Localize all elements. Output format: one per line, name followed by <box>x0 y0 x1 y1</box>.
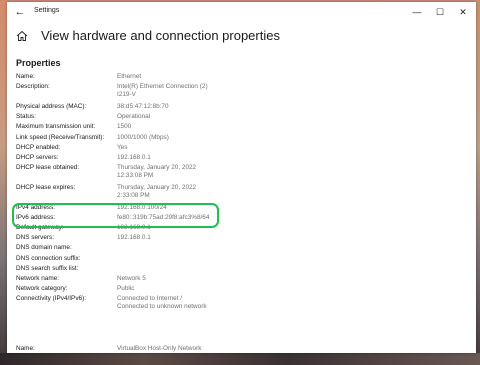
home-icon[interactable] <box>16 30 28 42</box>
property-key: DHCP servers: <box>16 153 59 161</box>
property-row: DNS servers: 192.168.0.1 <box>16 234 456 244</box>
property-value-line: 1500 <box>117 123 132 131</box>
settings-window: ← Settings — ☐ ✕ View hardware and conne… <box>7 2 476 353</box>
property-value[interactable]: Ethernet <box>117 73 141 81</box>
property-row: Status: Operational <box>16 113 456 123</box>
property-key: Physical address (MAC): <box>16 102 87 110</box>
property-value[interactable]: VirtualBox Host-Only Network <box>117 345 201 353</box>
property-value-line: 1000/1000 (Mbps) <box>117 133 169 141</box>
property-key: Name: <box>16 73 35 80</box>
property-row: DHCP enabled: Yes <box>16 144 456 154</box>
property-value[interactable]: 1500 <box>117 123 131 131</box>
property-row: Link speed (Receive/Transmit): 1000/1000 … <box>16 134 456 144</box>
property-value[interactable]: Yes <box>117 144 127 152</box>
property-row: DNS connection suffix: <box>16 255 456 265</box>
close-button[interactable]: ✕ <box>454 4 472 20</box>
property-value-line: Thursday, January 20, 2022 <box>117 164 197 172</box>
property-value[interactable]: 38:d5:47:12:8b:70 <box>117 103 169 111</box>
back-arrow-icon[interactable]: ← <box>13 5 27 19</box>
minimize-button[interactable]: — <box>408 4 426 20</box>
properties-list-2: Name: VirtualBox Host-Only Network <box>16 345 456 353</box>
property-row: Connectivity (IPv4/IPv6): Connected to In… <box>16 295 456 315</box>
properties-list: Name: Ethernet Description: Intel(R) Ethern… <box>16 73 456 315</box>
property-key: DHCP lease obtained: <box>16 164 80 172</box>
property-key: DNS search suffix list: <box>16 264 79 272</box>
property-key: DNS servers: <box>16 234 54 242</box>
property-row: DNS domain name: <box>16 244 456 254</box>
property-key: Maximum transmission unit: <box>16 123 96 131</box>
property-row: Network category: Public <box>16 285 456 295</box>
property-key: Connectivity (IPv4/IPv6): <box>16 295 86 303</box>
property-value-line: Ethernet <box>117 73 142 80</box>
property-key: Network name: <box>16 274 59 282</box>
property-key: DNS domain name: <box>16 244 72 252</box>
property-value[interactable]: 1000/1000 (Mbps) <box>117 134 169 142</box>
property-key: Description: <box>16 83 50 91</box>
title-bar: ← Settings — ☐ ✕ <box>7 2 476 22</box>
property-value-line: Thursday, January 20, 2022 <box>117 183 197 191</box>
property-value[interactable]: Public <box>117 285 134 293</box>
property-key: Name: <box>16 345 35 352</box>
wallpaper-right-edge <box>476 0 480 365</box>
property-row: DNS search suffix list: <box>16 265 456 275</box>
property-value-line: 38:d5:47:12:8b:70 <box>117 102 169 110</box>
property-value-line: Network 5 <box>117 274 146 282</box>
property-value-line: 12:33:08 PM <box>117 172 154 180</box>
property-value-line: 192.168.0.1 <box>117 153 151 161</box>
property-row: Name: VirtualBox Host-Only Network <box>16 345 456 353</box>
page-title: View hardware and connection properties <box>41 28 280 43</box>
property-value[interactable]: Operational <box>117 113 150 121</box>
property-value[interactable]: Intel(R) Ethernet Connection (2) I219-V <box>117 83 208 99</box>
wallpaper-bottom-edge <box>0 353 480 365</box>
property-value[interactable]: 192.168.0.1 <box>117 234 151 242</box>
ip-address-highlight <box>12 203 219 228</box>
property-key: DHCP enabled: <box>16 143 61 151</box>
window-title: Settings <box>34 7 60 14</box>
property-value[interactable]: 192.168.0.1 <box>117 154 151 162</box>
property-row: Physical address (MAC): 38:d5:47:12:8b:70 <box>16 103 456 113</box>
property-value-line: 192.168.0.1 <box>117 234 151 242</box>
property-row: Name: Ethernet <box>16 73 456 83</box>
property-value-line: Public <box>117 285 135 293</box>
property-value-line: I219-V <box>117 91 136 99</box>
maximize-button[interactable]: ☐ <box>431 4 449 20</box>
property-row: Description: Intel(R) Ethernet Connection… <box>16 83 456 103</box>
property-value-line: Intel(R) Ethernet Connection (2) <box>117 83 208 91</box>
property-row: Network name: Network 5 <box>16 275 456 285</box>
property-value[interactable]: Connected to Internet / Connected to unkn… <box>117 295 207 311</box>
property-row: DHCP servers: 192.168.0.1 <box>16 154 456 164</box>
property-key: Link speed (Receive/Transmit): <box>16 133 105 141</box>
property-value-line: Connected to unknown network <box>117 303 207 311</box>
property-key: Network category: <box>16 285 68 293</box>
property-value[interactable]: Network 5 <box>117 275 146 283</box>
property-value-line: 2:33:08 PM <box>117 191 150 199</box>
property-value[interactable]: Thursday, January 20, 2022 2:33:08 PM <box>117 184 196 200</box>
property-row: DHCP lease expires: Thursday, January 20,… <box>16 184 456 204</box>
property-row: DHCP lease obtained: Thursday, January 20… <box>16 164 456 184</box>
properties-heading: Properties <box>16 58 61 68</box>
property-value[interactable]: Thursday, January 20, 2022 12:33:08 PM <box>117 164 196 180</box>
wallpaper-left-edge <box>0 0 7 365</box>
property-value-line: Connected to Internet / <box>117 295 183 303</box>
property-row: Maximum transmission unit: 1500 <box>16 123 456 133</box>
property-value-line: VirtualBox Host-Only Network <box>117 345 202 352</box>
property-key: DHCP lease expires: <box>16 183 76 191</box>
property-key: Status: <box>16 113 36 121</box>
property-value-line: Yes <box>117 143 128 151</box>
property-value-line: Operational <box>117 113 151 121</box>
property-key: DNS connection suffix: <box>16 254 81 262</box>
